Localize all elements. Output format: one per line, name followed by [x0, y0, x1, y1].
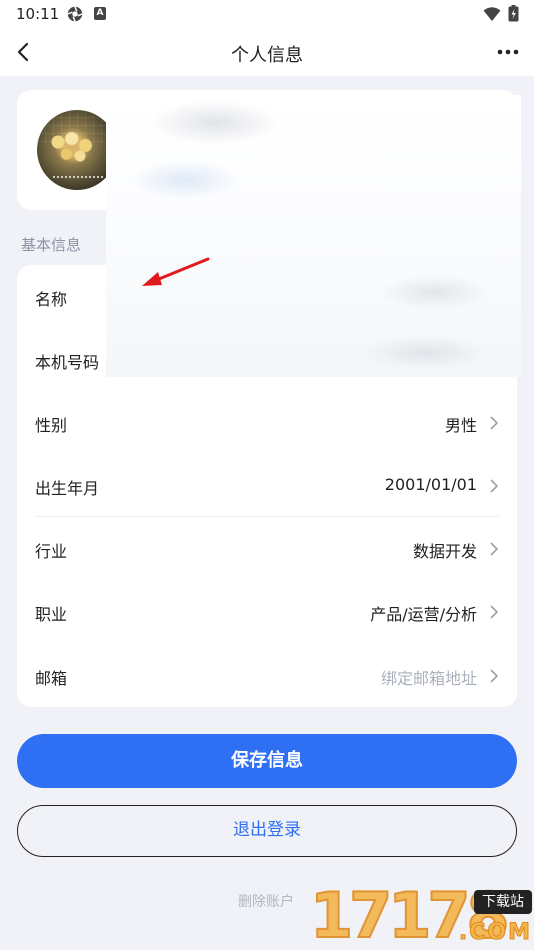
status-time: 10:11: [16, 5, 60, 23]
watermark-tag: 下载站: [474, 890, 532, 914]
chevron-right-icon: [490, 605, 499, 619]
info-row-label: 名称: [35, 290, 68, 309]
site-watermark-logo: 17178 下载站 .COM: [309, 881, 534, 950]
redacted-username: [150, 100, 280, 145]
section-label-basic-info: 基本信息: [21, 236, 82, 254]
more-horizontal-icon[interactable]: [494, 40, 522, 64]
chevron-right-icon: [490, 669, 499, 683]
watermark-domain: .COM: [458, 920, 532, 946]
info-row-label: 职业: [35, 605, 68, 624]
info-row-value: 男性: [444, 416, 477, 435]
info-row-label: 本机号码: [35, 353, 100, 372]
info-row-label: 出生年月: [35, 479, 100, 498]
settings-icon: [67, 6, 83, 22]
redacted-name-value: [380, 275, 490, 310]
info-row-occupation[interactable]: 职业 产品/运营/分析: [17, 580, 517, 643]
save-info-button[interactable]: 保存信息: [17, 734, 517, 788]
info-row-value: 数据开发: [412, 542, 477, 561]
battery-icon: [508, 5, 519, 22]
info-row-value: 绑定邮箱地址: [380, 669, 477, 688]
status-bar: 10:11 A: [0, 0, 534, 30]
redacted-phone-value: [360, 335, 490, 370]
avatar-caption-line: [53, 176, 103, 178]
wifi-icon: [483, 7, 501, 21]
chevron-right-icon: [490, 479, 499, 493]
accessibility-badge-icon: A: [94, 7, 106, 20]
chevron-right-icon: [490, 542, 499, 556]
avatar-flowers: [47, 128, 102, 163]
info-row-industry[interactable]: 行业 数据开发: [17, 517, 517, 580]
info-row-gender[interactable]: 性别 男性: [17, 391, 517, 454]
page-title: 个人信息: [231, 45, 303, 66]
delete-account-link[interactable]: 删除账户: [238, 891, 294, 911]
annotation-arrow-icon: [142, 257, 210, 286]
redacted-user-id: [130, 160, 240, 200]
info-row-birth[interactable]: 出生年月 2001/01/01: [17, 454, 517, 517]
info-row-label: 行业: [35, 542, 68, 561]
avatar[interactable]: [37, 110, 117, 190]
logout-button[interactable]: 退出登录: [17, 805, 517, 857]
chevron-right-icon: [490, 416, 499, 430]
info-row-value: 2001/01/01: [384, 475, 477, 494]
info-row-label: 性别: [35, 416, 68, 435]
info-row-label: 邮箱: [35, 669, 68, 688]
info-row-value: 产品/运营/分析: [370, 605, 477, 624]
info-row-email[interactable]: 邮箱 绑定邮箱地址: [17, 644, 517, 707]
nav-bar: 个人信息: [0, 30, 534, 76]
